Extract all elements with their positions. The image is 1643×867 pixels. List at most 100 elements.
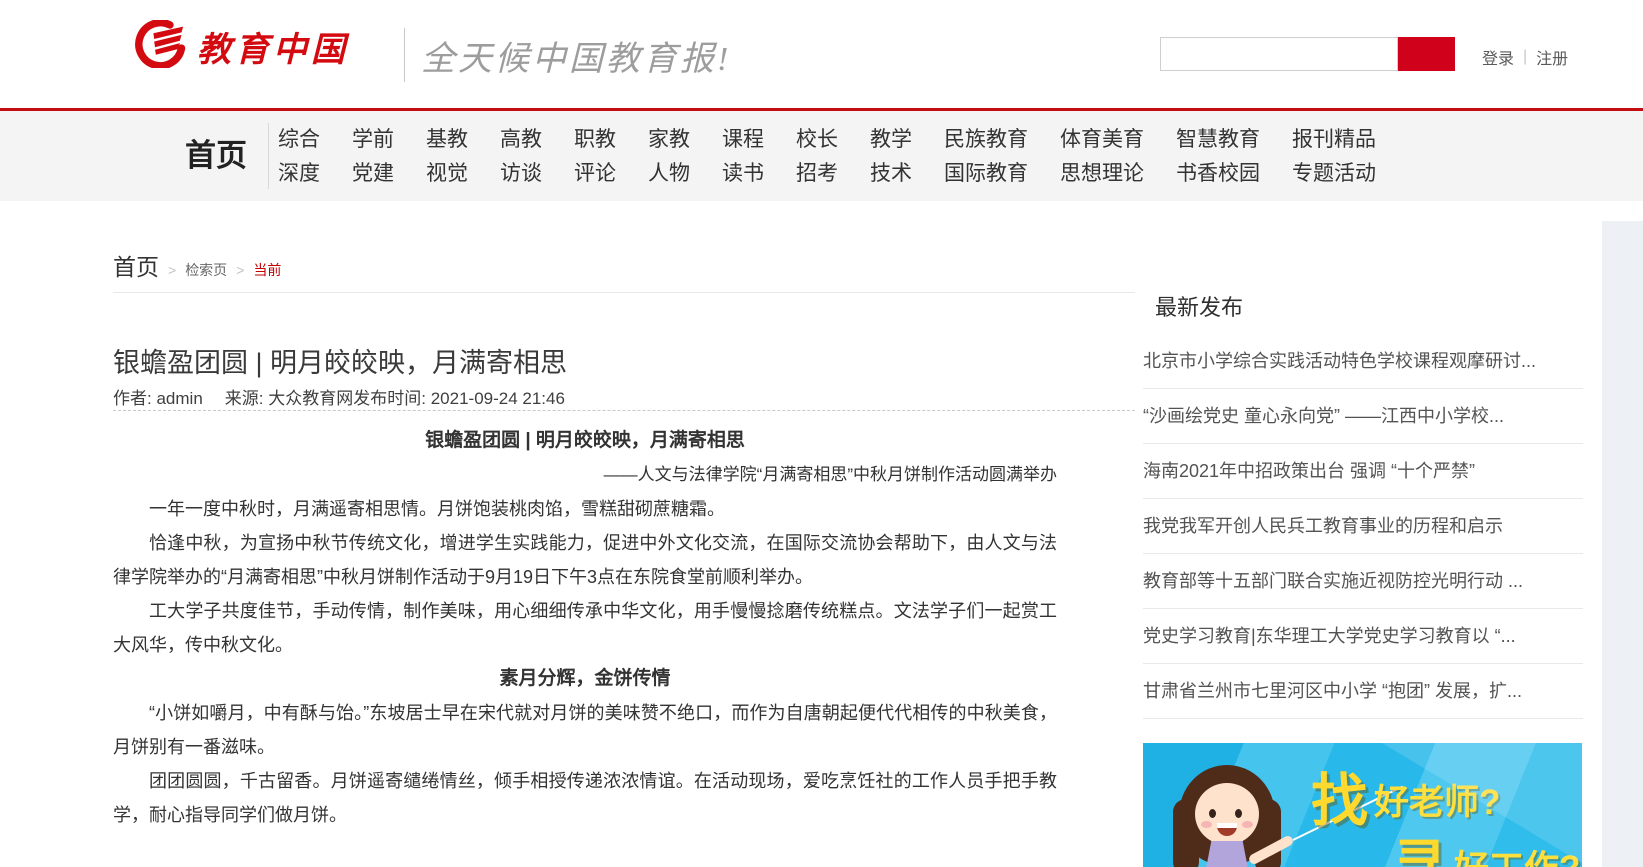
nav-column: 高教 访谈 bbox=[500, 123, 542, 191]
breadcrumb-home[interactable]: 首页 bbox=[113, 248, 159, 282]
nav-item[interactable]: 综合 bbox=[278, 123, 320, 157]
site-slogan: 全天候中国教育报! bbox=[421, 31, 731, 80]
nav-item[interactable]: 职教 bbox=[574, 123, 616, 157]
nav-column: 基教 视觉 bbox=[426, 123, 468, 191]
nav-column: 民族教育 国际教育 bbox=[944, 123, 1028, 191]
ad-text-find: 找 bbox=[1311, 769, 1368, 833]
cartoon-eye bbox=[1209, 809, 1216, 818]
nav-item[interactable]: 专题活动 bbox=[1292, 157, 1376, 191]
article-meta: 作者: admin 来源: 大众教育网发布时间: 2021-09-24 21:46 bbox=[113, 384, 565, 409]
article-paragraph: 一年一度中秋时，月满遥寄相思情。月饼饱装桃肉馅，雪糕甜砌蔗糖霜。 bbox=[113, 492, 1057, 526]
ad-text-seek: 寻 bbox=[1391, 835, 1448, 867]
latest-post-link[interactable]: 教育部等十五部门联合实施近视防控光明行动 ... bbox=[1143, 554, 1583, 609]
article-paragraph: 工大学子共度佳节，手动传情，制作美味，用心细细传承中华文化，用手慢慢捻磨传统糕点… bbox=[113, 594, 1057, 662]
breadcrumb: 首页 > 检索页 > 当前 bbox=[113, 248, 281, 282]
nav-column: 课程 读书 bbox=[722, 123, 764, 191]
ad-banner[interactable]: 找好老师? 寻好工作? bbox=[1143, 743, 1582, 867]
slogan-wrap: 全天候中国教育报! bbox=[404, 28, 731, 82]
main-nav: 首页 综合 深度 学前 党建 基教 视觉 高教 访谈 职教 bbox=[0, 111, 1643, 201]
latest-post-link[interactable]: “沙画绘党史 童心永向党” ——江西中小学校... bbox=[1143, 389, 1583, 444]
cartoon-blush bbox=[1242, 821, 1253, 828]
ad-text-line2: 寻好工作? bbox=[1391, 821, 1580, 867]
nav-item[interactable]: 国际教育 bbox=[944, 157, 1028, 191]
search-button[interactable] bbox=[1398, 37, 1455, 71]
cartoon-eye bbox=[1235, 809, 1242, 818]
latest-post-link[interactable]: 我党我军开创人民兵工教育事业的历程和启示 bbox=[1143, 499, 1583, 554]
nav-item[interactable]: 访谈 bbox=[500, 157, 542, 191]
auth-divider: | bbox=[1523, 48, 1527, 66]
article-author: 作者: admin bbox=[113, 389, 203, 408]
nav-item[interactable]: 思想理论 bbox=[1060, 157, 1144, 191]
page-background-band bbox=[1602, 221, 1643, 867]
nav-item[interactable]: 课程 bbox=[722, 123, 764, 157]
nav-column: 体育美育 思想理论 bbox=[1060, 123, 1144, 191]
latest-post-link[interactable]: 甘肃省兰州市七里河区中小学 “抱团” 发展，扩... bbox=[1143, 664, 1583, 719]
nav-item[interactable]: 技术 bbox=[870, 157, 912, 191]
nav-item[interactable]: 人物 bbox=[648, 157, 690, 191]
nav-divider bbox=[268, 123, 269, 189]
nav-item[interactable]: 民族教育 bbox=[944, 123, 1028, 157]
nav-home-link[interactable]: 首页 bbox=[185, 111, 247, 201]
ad-text-good-teacher: 好老师? bbox=[1374, 783, 1500, 822]
nav-column: 校长 招考 bbox=[796, 123, 838, 191]
logo-crescent-flag-icon bbox=[133, 20, 187, 73]
login-link[interactable]: 登录 bbox=[1482, 45, 1514, 69]
nav-column: 职教 评论 bbox=[574, 123, 616, 191]
nav-item[interactable]: 学前 bbox=[352, 123, 394, 157]
nav-item[interactable]: 招考 bbox=[796, 157, 838, 191]
teacher-cartoon-illustration bbox=[1161, 765, 1311, 867]
article-publish-time: 发布时间: 2021-09-24 21:46 bbox=[353, 389, 565, 408]
nav-item[interactable]: 视觉 bbox=[426, 157, 468, 191]
nav-item[interactable]: 家教 bbox=[648, 123, 690, 157]
nav-item[interactable]: 智慧教育 bbox=[1176, 123, 1260, 157]
nav-menu: 综合 深度 学前 党建 基教 视觉 高教 访谈 职教 评论 bbox=[278, 123, 1376, 191]
breadcrumb-divider-line bbox=[113, 292, 1135, 293]
cartoon-blush bbox=[1201, 821, 1212, 828]
article-title: 银蟾盈团圆 | 明月皎皎映，月满寄相思 bbox=[113, 341, 1057, 380]
nav-item[interactable]: 高教 bbox=[500, 123, 542, 157]
cartoon-face bbox=[1195, 783, 1259, 845]
nav-item[interactable]: 校长 bbox=[796, 123, 838, 157]
breadcrumb-current: 当前 bbox=[253, 260, 281, 280]
article-paragraph: 银蟾盈团圆 | 明月皎皎映，月满寄相思 bbox=[113, 424, 1057, 458]
breadcrumb-search-page[interactable]: 检索页 bbox=[185, 260, 227, 280]
nav-column: 学前 党建 bbox=[352, 123, 394, 191]
latest-post-link[interactable]: 海南2021年中招政策出台 强调 “十个严禁” bbox=[1143, 444, 1583, 499]
chevron-right-icon: > bbox=[168, 262, 176, 278]
nav-column: 教学 技术 bbox=[870, 123, 912, 191]
nav-column: 综合 深度 bbox=[278, 123, 320, 191]
article-paragraph: 恰逢中秋，为宣扬中秋节传统文化，增进学生实践能力，促进中外文化交流，在国际交流协… bbox=[113, 526, 1057, 594]
ad-text-good-job: 好工作? bbox=[1454, 849, 1580, 867]
nav-item[interactable]: 读书 bbox=[722, 157, 764, 191]
article-paragraph: ——人文与法律学院“月满寄相思”中秋月饼制作活动圆满举办 bbox=[113, 458, 1057, 492]
latest-post-link[interactable]: 北京市小学综合实践活动特色学校课程观摩研讨... bbox=[1143, 334, 1583, 389]
nav-item[interactable]: 书香校园 bbox=[1176, 157, 1260, 191]
auth-links: 登录 | 注册 bbox=[1482, 45, 1568, 69]
nav-column: 家教 人物 bbox=[648, 123, 690, 191]
nav-item[interactable]: 基教 bbox=[426, 123, 468, 157]
latest-posts-title: 最新发布 bbox=[1143, 294, 1583, 322]
latest-posts-panel: 最新发布 北京市小学综合实践活动特色学校课程观摩研讨... “沙画绘党史 童心永… bbox=[1143, 294, 1583, 719]
article-source: 来源: 大众教育网 bbox=[225, 389, 353, 408]
nav-item[interactable]: 报刊精品 bbox=[1292, 123, 1376, 157]
logo-text: 教育中国 bbox=[197, 22, 349, 71]
article-paragraph: 团团圆圆，千古留香。月饼遥寄缱绻情丝，倾手相授传递浓浓情谊。在活动现场，爱吃烹饪… bbox=[113, 764, 1057, 832]
article-meta-divider bbox=[113, 410, 1135, 411]
search-input[interactable] bbox=[1160, 37, 1398, 71]
nav-column: 智慧教育 书香校园 bbox=[1176, 123, 1260, 191]
article-body: 银蟾盈团圆 | 明月皎皎映，月满寄相思 ——人文与法律学院“月满寄相思”中秋月饼… bbox=[113, 424, 1057, 832]
nav-item[interactable]: 深度 bbox=[278, 157, 320, 191]
site-header: 教育中国 全天候中国教育报! 登录 | 注册 bbox=[0, 0, 1643, 108]
site-logo[interactable]: 教育中国 bbox=[133, 20, 349, 73]
latest-posts-list: 北京市小学综合实践活动特色学校课程观摩研讨... “沙画绘党史 童心永向党” —… bbox=[1143, 334, 1583, 719]
article-paragraph: “小饼如嚼月，中有酥与饴。”东坡居士早在宋代就对月饼的美味赞不绝口，而作为自唐朝… bbox=[113, 696, 1057, 764]
nav-item[interactable]: 党建 bbox=[352, 157, 394, 191]
latest-post-link[interactable]: 党史学习教育|东华理工大学党史学习教育以 “... bbox=[1143, 609, 1583, 664]
nav-item[interactable]: 体育美育 bbox=[1060, 123, 1144, 157]
nav-column: 报刊精品 专题活动 bbox=[1292, 123, 1376, 191]
article-paragraph: 素月分辉，金饼传情 bbox=[113, 662, 1057, 696]
chevron-right-icon: > bbox=[236, 262, 244, 278]
nav-item[interactable]: 评论 bbox=[574, 157, 616, 191]
register-link[interactable]: 注册 bbox=[1536, 45, 1568, 69]
nav-item[interactable]: 教学 bbox=[870, 123, 912, 157]
